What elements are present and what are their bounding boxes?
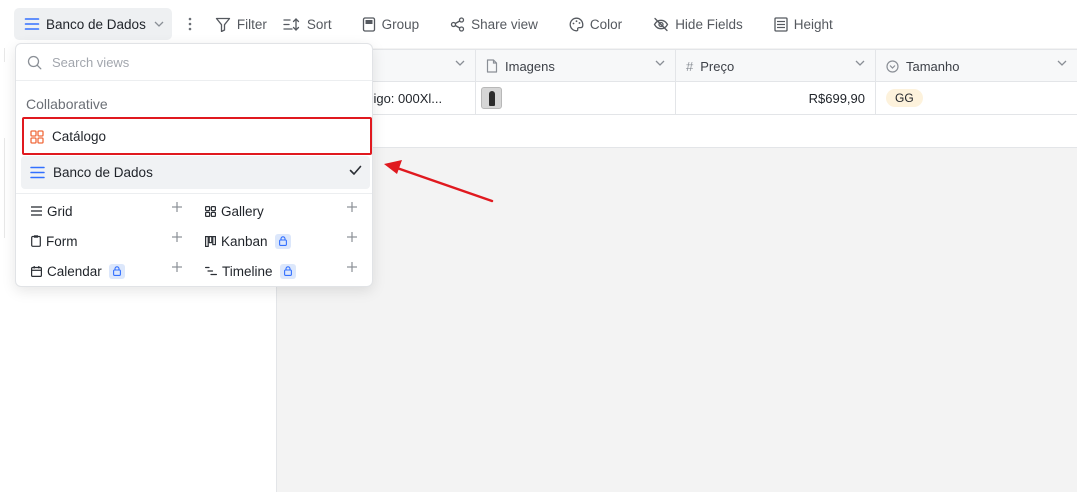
annotation-highlight-box [22, 117, 372, 155]
current-view-name: Banco de Dados [46, 16, 146, 32]
create-label: Form [46, 233, 78, 249]
size-tag: GG [886, 89, 923, 107]
view-item-banco-de-dados[interactable]: Banco de Dados [21, 156, 370, 189]
add-record-row[interactable] [277, 115, 1077, 148]
plus-icon[interactable] [347, 202, 357, 212]
chevron-down-icon[interactable] [855, 60, 865, 66]
grid-icon [30, 166, 45, 179]
create-form-view[interactable]: Form [31, 230, 78, 252]
search-icon [27, 55, 42, 70]
form-icon [31, 235, 41, 247]
share-icon [450, 16, 465, 32]
hash-icon: # [686, 58, 694, 74]
file-icon [486, 59, 498, 73]
create-calendar-view[interactable]: Calendar [31, 260, 125, 282]
plus-icon[interactable] [347, 262, 357, 272]
kanban-icon [205, 235, 216, 247]
column-header-tamanho[interactable]: Tamanho [876, 50, 1077, 82]
view-switcher-dropdown: Collaborative Catálogo Banco de Dados Gr… [15, 43, 373, 287]
lock-icon [274, 233, 291, 249]
create-label: Timeline [222, 263, 273, 279]
palette-icon [569, 17, 584, 32]
plus-icon[interactable] [172, 202, 182, 212]
chevron-down-icon[interactable] [655, 60, 665, 66]
create-label: Grid [47, 203, 73, 219]
sort-icon [283, 17, 301, 32]
create-timeline-view[interactable]: Timeline [205, 260, 296, 282]
product-thumbnail[interactable] [481, 87, 502, 109]
row-height-button[interactable]: Height [774, 8, 833, 40]
plus-icon[interactable] [172, 262, 182, 272]
timeline-icon [205, 266, 217, 276]
view-toolbar: Banco de Dados Filter Sort Group Share v… [0, 0, 1077, 48]
table-row[interactable]: ódigo: 000Xl... R$699,90 GG [277, 82, 1077, 115]
sort-label: Sort [306, 16, 332, 32]
panel-edge [4, 138, 5, 238]
color-button[interactable]: Color [569, 8, 622, 40]
column-header-preco[interactable]: # Preço [676, 50, 876, 82]
chevron-down-icon[interactable] [1057, 60, 1067, 66]
view-item-label: Banco de Dados [53, 165, 153, 180]
group-icon [362, 16, 376, 32]
lock-icon [279, 263, 296, 279]
grid-view-icon [24, 17, 40, 31]
sort-button[interactable]: Sort [283, 8, 332, 40]
create-label: Calendar [47, 263, 102, 279]
eye-off-icon [653, 17, 669, 32]
grid-header: Imagens # Preço Tamanho [277, 49, 1077, 82]
group-label: Collaborative [26, 96, 108, 112]
plus-icon[interactable] [172, 232, 182, 242]
group-button[interactable]: Group [362, 8, 420, 40]
create-kanban-view[interactable]: Kanban [205, 230, 291, 252]
color-label: Color [589, 16, 623, 32]
calendar-icon [31, 265, 42, 277]
create-label: Kanban [221, 233, 268, 249]
filter-label: Filter [236, 16, 267, 32]
filter-button[interactable]: Filter [215, 8, 267, 40]
create-grid-view[interactable]: Grid [31, 200, 73, 222]
single-select-icon [886, 59, 899, 73]
search-views-input[interactable] [52, 54, 342, 70]
more-options-icon[interactable] [177, 8, 203, 40]
column-label: Preço [700, 58, 735, 74]
group-label: Group [381, 16, 420, 32]
search-bar [16, 44, 372, 81]
price-cell[interactable]: R$699,90 [676, 82, 876, 114]
chevron-down-icon[interactable] [455, 60, 465, 66]
hide-fields-button[interactable]: Hide Fields [653, 8, 743, 40]
row-height-icon [774, 16, 788, 32]
create-gallery-view[interactable]: Gallery [205, 200, 264, 222]
size-cell[interactable]: GG [876, 82, 1077, 114]
hide-fields-label: Hide Fields [675, 16, 743, 32]
lock-icon [108, 263, 125, 279]
check-icon [349, 165, 362, 176]
chevron-down-icon [154, 21, 164, 27]
column-label: Imagens [505, 58, 555, 74]
plus-icon[interactable] [347, 232, 357, 242]
divider [16, 193, 372, 194]
share-view-button[interactable]: Share view [450, 8, 538, 40]
grid-icon [31, 206, 42, 216]
filter-icon [215, 17, 231, 32]
column-header-imagens[interactable]: Imagens [476, 50, 676, 82]
view-switcher-button[interactable]: Banco de Dados [14, 8, 172, 40]
row-height-label: Height [793, 16, 833, 32]
gallery-icon [205, 205, 216, 217]
create-label: Gallery [221, 203, 264, 219]
share-view-label: Share view [471, 16, 538, 32]
image-cell[interactable] [476, 82, 676, 114]
column-label: Tamanho [906, 58, 960, 74]
panel-edge [4, 48, 5, 62]
price-value: R$699,90 [808, 90, 865, 106]
